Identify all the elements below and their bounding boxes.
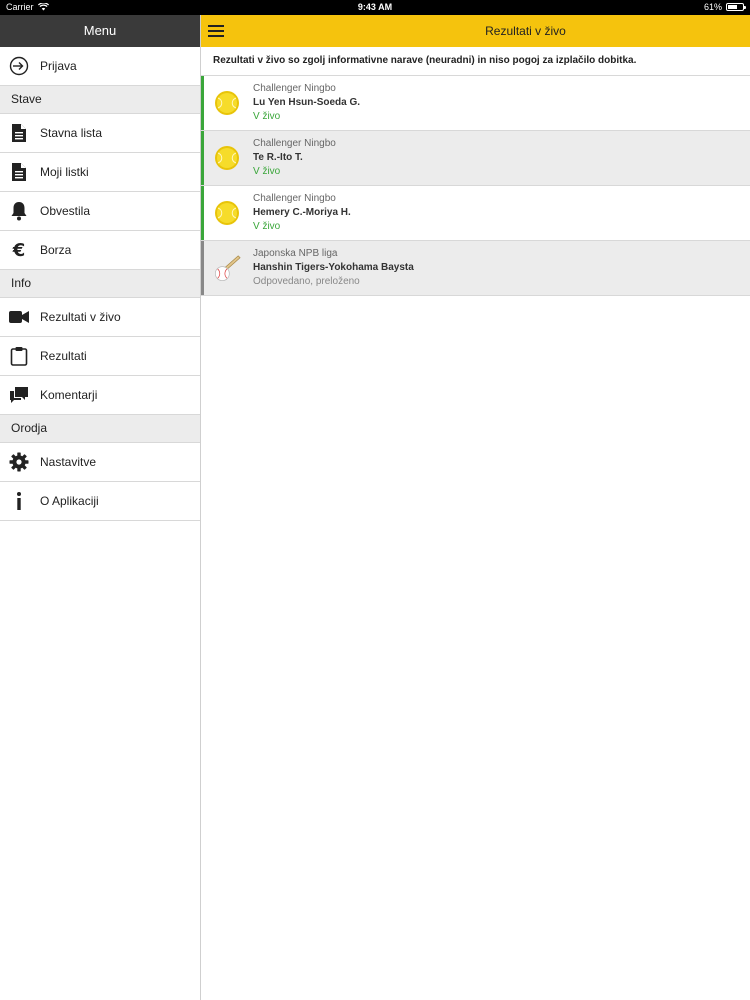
sidebar-item-label: Moji listki: [40, 165, 89, 179]
result-row[interactable]: Challenger Ningbo Hemery C.-Moriya H. V …: [201, 186, 750, 241]
result-row[interactable]: Challenger Ningbo Te R.-Ito T. V živo: [201, 131, 750, 186]
league-name: Challenger Ningbo: [253, 193, 336, 204]
bell-icon: [9, 201, 29, 221]
battery-icon: [726, 3, 746, 11]
sidebar-item-label: Stavna lista: [40, 126, 103, 140]
match-status: Odpovedano, preloženo: [253, 276, 360, 287]
match-status: V živo: [253, 221, 281, 232]
live-indicator-strip: [201, 186, 204, 240]
gear-icon: [9, 452, 29, 472]
sidebar-menu: Menu Prijava Stave Stavna lista Moji lis…: [0, 15, 201, 1000]
sidebar-item-label: O Aplikaciji: [40, 494, 99, 508]
battery-fill: [728, 5, 737, 9]
tennis-ball-icon: [213, 144, 241, 172]
match-status: V živo: [253, 166, 281, 177]
sidebar-item-komentarji[interactable]: Komentarji: [0, 376, 200, 415]
info-icon: [9, 491, 29, 511]
sidebar-item-moji-listki[interactable]: Moji listki: [0, 153, 200, 192]
match-status: V živo: [253, 111, 281, 122]
live-indicator-strip: [201, 131, 204, 185]
sidebar-item-stavna-lista[interactable]: Stavna lista: [0, 114, 200, 153]
result-row[interactable]: Challenger Ningbo Lu Yen Hsun-Soeda G. V…: [201, 76, 750, 131]
match-name: Hanshin Tigers-Yokohama Baysta: [253, 262, 414, 273]
page-title: Rezultati v živo: [485, 24, 566, 38]
disclaimer-notice: Rezultati v živo so zgolj informativne n…: [201, 47, 750, 76]
league-name: Japonska NPB liga: [253, 248, 338, 259]
tennis-ball-icon: [213, 89, 241, 117]
sidebar-item-login[interactable]: Prijava: [0, 47, 200, 86]
section-header-orodja: Orodja: [0, 415, 200, 443]
league-name: Challenger Ningbo: [253, 83, 336, 94]
sidebar-item-label: Rezultati v živo: [40, 310, 121, 324]
document-icon: [9, 123, 29, 143]
status-time: 9:43 AM: [357, 2, 393, 12]
battery-info: 61%: [703, 2, 746, 12]
match-name: Lu Yen Hsun-Soeda G.: [253, 97, 361, 108]
sidebar-item-borza[interactable]: € Borza: [0, 231, 200, 270]
svg-text:€: €: [12, 240, 26, 260]
sidebar-item-label: Obvestila: [40, 204, 91, 218]
league-name: Challenger Ningbo: [253, 138, 336, 149]
clipboard-icon: [9, 346, 29, 366]
match-name: Te R.-Ito T.: [253, 152, 303, 163]
euro-icon: €: [9, 240, 29, 260]
video-camera-icon: [9, 307, 29, 327]
sidebar-item-o-aplikaciji[interactable]: O Aplikaciji: [0, 482, 200, 521]
tennis-ball-icon: [213, 199, 241, 227]
sidebar-header: Menu: [0, 15, 200, 47]
main-content: Rezultati v živo Rezultati v živo so zgo…: [201, 15, 750, 1000]
live-indicator-strip: [201, 76, 204, 130]
result-row[interactable]: Japonska NPB liga Hanshin Tigers-Yokoham…: [201, 241, 750, 296]
sidebar-item-label: Komentarji: [40, 388, 98, 402]
document-icon: [9, 162, 29, 182]
login-icon: [9, 56, 29, 76]
status-bar: Carrier 9:43 AM 61%: [0, 0, 750, 15]
sidebar-item-label: Prijava: [40, 59, 77, 73]
navbar: Rezultati v živo: [201, 15, 750, 47]
section-header-info: Info: [0, 270, 200, 298]
sidebar-item-rezultati[interactable]: Rezultati: [0, 337, 200, 376]
sidebar-item-label: Nastavitve: [40, 455, 97, 469]
sidebar-item-label: Rezultati: [40, 349, 87, 363]
cancelled-indicator-strip: [201, 241, 204, 295]
sidebar-item-obvestila[interactable]: Obvestila: [0, 192, 200, 231]
sidebar-item-label: Borza: [40, 243, 72, 257]
battery-percent: 61%: [703, 2, 722, 12]
match-name: Hemery C.-Moriya H.: [253, 207, 351, 218]
section-header-stave: Stave: [0, 86, 200, 114]
comments-icon: [9, 385, 29, 405]
baseball-icon: [213, 254, 241, 282]
sidebar-item-rezultati-v-zivo[interactable]: Rezultati v živo: [0, 298, 200, 337]
sidebar-item-nastavitve[interactable]: Nastavitve: [0, 443, 200, 482]
